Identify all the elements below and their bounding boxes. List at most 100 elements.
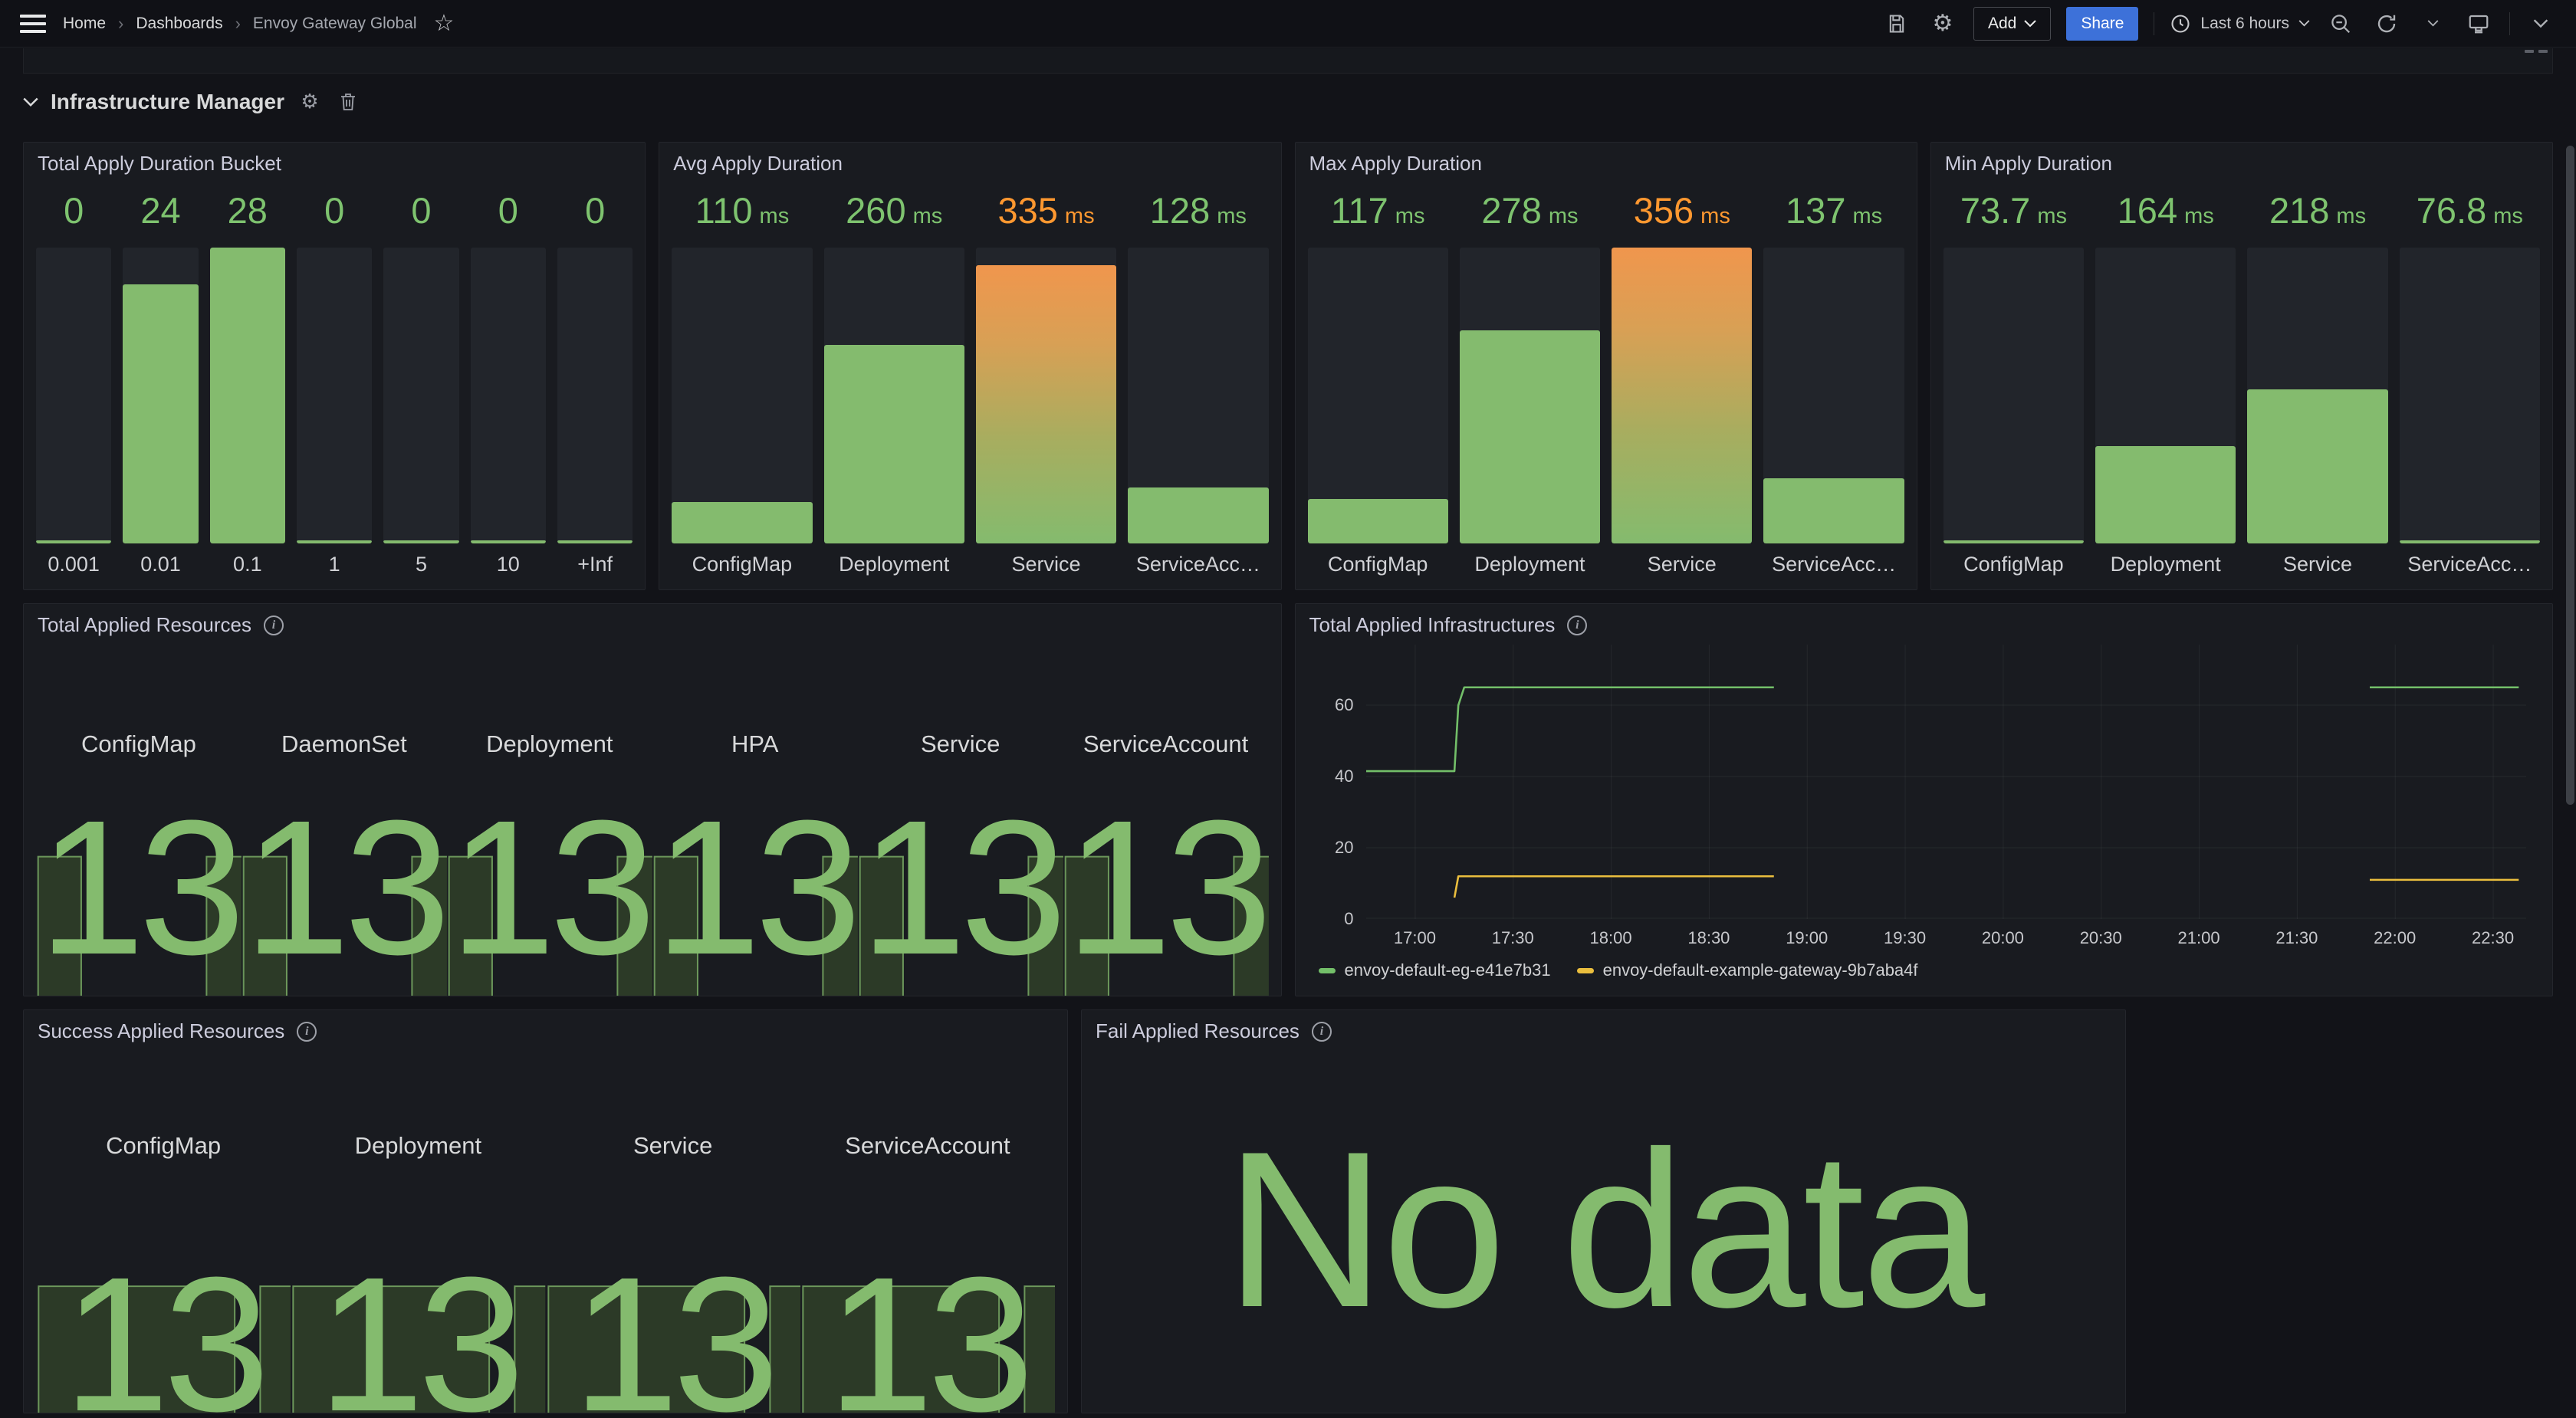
bar-ServiceAcc…: 76.8msServiceAcc… [2400,182,2540,585]
bar-track [1763,248,1904,543]
panel-total-apply-duration-bucket: Total Apply Duration Bucket 00.001240.01… [23,142,646,590]
bar-value-unit: ms [1700,204,1730,229]
stat-label: ServiceAccount [800,1132,1055,1160]
bar-value-unit: ms [2493,204,2523,229]
clock-icon [2170,13,2191,34]
bar-track [1308,248,1448,543]
bar-0.01: 240.01 [123,182,198,585]
x-axis-tick: 19:00 [1786,928,1828,948]
bar-value-unit: ms [1852,204,1882,229]
bar-value: 117 [1331,189,1388,231]
stat-value: 13 [546,1262,800,1413]
collapse-topbar-chevron-icon[interactable] [2525,8,2556,39]
info-icon[interactable]: i [1567,615,1587,635]
panel-row-totals: Total Applied Resources i ConfigMap13Dae… [23,603,2553,996]
breadcrumb-item[interactable]: Home [63,15,106,33]
info-icon[interactable]: i [297,1022,317,1042]
stat-ConfigMap: ConfigMap13 [36,1046,291,1413]
bar-track [1612,248,1752,543]
top-nav: Home›Dashboards›Envoy Gateway Global ☆ ⚙… [0,0,2576,48]
bar-value: 73.7 [1960,189,2030,231]
stat-Deployment: Deployment13 [291,1046,545,1413]
bar-ServiceAcc…: 137msServiceAcc… [1763,182,1904,585]
breadcrumb-item[interactable]: Dashboards [136,15,222,33]
bar-track [824,248,964,543]
bar-value-unit: ms [2336,204,2366,229]
bar-ConfigMap: 73.7msConfigMap [1944,182,2084,585]
panel-title: Max Apply Duration [1309,152,1482,176]
legend-item[interactable]: envoy-default-example-gateway-9b7aba4f [1577,960,1918,980]
menu-icon[interactable] [20,15,46,33]
bar-track [36,248,111,543]
time-series-chart: 6040200 17:0017:3018:0018:3019:0019:3020… [1296,640,2553,996]
time-range-picker[interactable]: Last 6 hours [2170,13,2310,34]
bar-label: Service [976,543,1116,585]
bar-label: 5 [383,543,458,585]
bar-label: ConfigMap [1944,543,2084,585]
legend-color-pill [1319,968,1336,973]
bar-value: 76.8 [2417,189,2486,231]
info-icon[interactable]: i [264,615,284,635]
bar-value: 128 [1150,189,1210,231]
refresh-icon[interactable] [2371,8,2402,39]
bar-value: 164 [2118,189,2177,231]
bar-value-unit: ms [913,204,943,229]
bar-+Inf: 0+Inf [557,182,632,585]
bar-fill [672,502,812,543]
save-dashboard-icon[interactable] [1881,8,1912,39]
x-axis-tick: 21:30 [2275,928,2318,948]
stat-value: 13 [858,805,1063,970]
dashboard-settings-gear-icon[interactable]: ⚙ [1927,8,1958,39]
bar-fill [1944,540,2084,543]
bar-label: +Inf [557,543,632,585]
panel-title: Avg Apply Duration [673,152,843,176]
bar-track [2400,248,2540,543]
panel-total-applied-resources: Total Applied Resources i ConfigMap13Dae… [23,603,1282,996]
no-data-message: No data [1225,1102,1983,1357]
bar-fill [2247,389,2387,543]
page-scrollbar[interactable] [2566,146,2574,805]
bar-value: 218 [2269,189,2329,231]
stat-ServiceAccount: ServiceAccount13 [800,1046,1055,1413]
row-title[interactable]: Infrastructure Manager [51,90,284,114]
bar-value: 335 [997,189,1057,231]
legend-item[interactable]: envoy-default-eg-e41e7b31 [1319,960,1551,980]
zoom-out-icon[interactable] [2325,8,2356,39]
panel-title: Fail Applied Resources [1096,1019,1300,1043]
panel-max-apply-duration: Max Apply Duration 117msConfigMap278msDe… [1295,142,1917,590]
tv-mode-icon[interactable] [2463,8,2494,39]
panel-title: Total Apply Duration Bucket [38,152,281,176]
add-button[interactable]: Add [1973,7,2051,41]
bar-fill [1128,487,1268,543]
refresh-interval-chevron-icon[interactable] [2417,8,2448,39]
bar-track [383,248,458,543]
bar-value: 356 [1634,189,1694,231]
bar-track [123,248,198,543]
bar-ServiceAcc…: 128msServiceAcc… [1128,182,1268,585]
bar-track [1128,248,1268,543]
breadcrumb-item[interactable]: Envoy Gateway Global [253,15,417,33]
row-collapse-chevron-icon[interactable] [23,97,38,107]
y-axis-tick: 0 [1344,909,1353,929]
panel-row-results: Success Applied Resources i ConfigMap13D… [23,1009,2126,1413]
row-delete-trash-icon[interactable] [335,89,361,115]
stat-label: DaemonSet [242,730,447,758]
bar-0.001: 00.001 [36,182,111,585]
y-axis-tick: 20 [1335,838,1353,858]
panel-success-applied-resources: Success Applied Resources i ConfigMap13D… [23,1009,1068,1413]
y-axis: 6040200 [1309,645,1366,919]
info-icon[interactable]: i [1312,1022,1332,1042]
bar-track [297,248,372,543]
bar-ConfigMap: 110msConfigMap [672,182,812,585]
bar-label: Service [2247,543,2387,585]
share-button[interactable]: Share [2066,7,2138,41]
favorite-star-icon[interactable]: ☆ [434,12,455,35]
bar-value: 0 [411,189,431,231]
panel-fail-applied-resources: Fail Applied Resources i No data [1081,1009,2126,1413]
bar-gauge-chart: 00.001240.01280.101050100+Inf [24,179,645,589]
row-settings-gear-icon[interactable]: ⚙ [297,89,323,115]
panel-drag-handle[interactable] [2525,50,2548,53]
bar-value: 0 [64,189,84,231]
bar-value: 28 [228,189,268,231]
bar-label: 0.1 [210,543,285,585]
